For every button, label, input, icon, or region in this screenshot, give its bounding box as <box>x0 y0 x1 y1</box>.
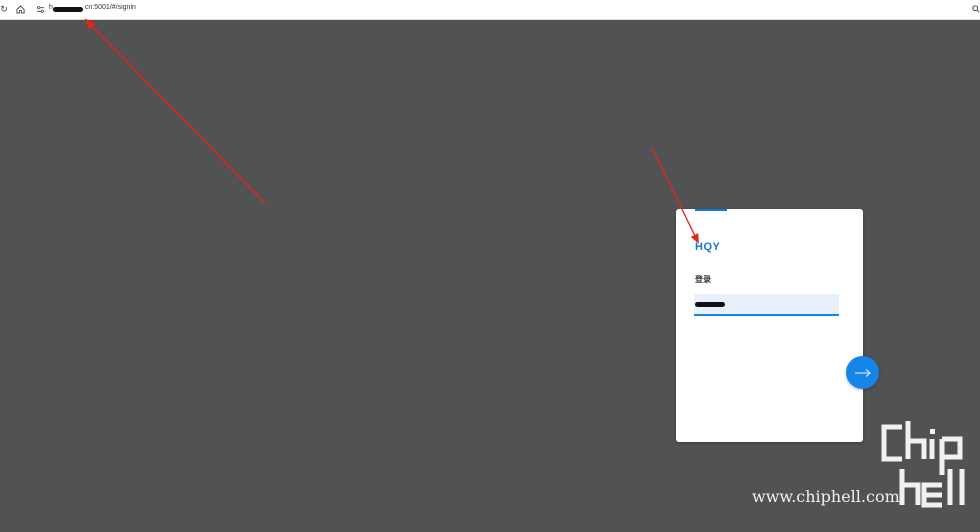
zoom-icon[interactable] <box>970 3 980 15</box>
login-heading: 登录 <box>695 275 711 284</box>
redaction-mark <box>53 7 83 12</box>
browser-toolbar: ↻ h cn:5001/#/signin <box>0 0 980 20</box>
login-card: HQY 登录 <box>676 209 863 442</box>
chiphell-watermark: www.chiphell.com <box>752 419 974 519</box>
username-input[interactable] <box>694 294 839 316</box>
home-icon[interactable] <box>14 3 26 15</box>
site-settings-icon[interactable] <box>34 3 46 15</box>
tab-indicator <box>695 209 727 211</box>
url-text: cn:5001/#/signin <box>84 4 136 11</box>
watermark-site: www.chiphell.com <box>752 487 900 506</box>
arrow-right-icon <box>854 368 871 377</box>
brand-title: HQY <box>695 241 721 253</box>
next-button[interactable] <box>846 356 879 389</box>
redaction-mark <box>695 302 725 307</box>
reload-icon[interactable]: ↻ <box>0 3 10 15</box>
